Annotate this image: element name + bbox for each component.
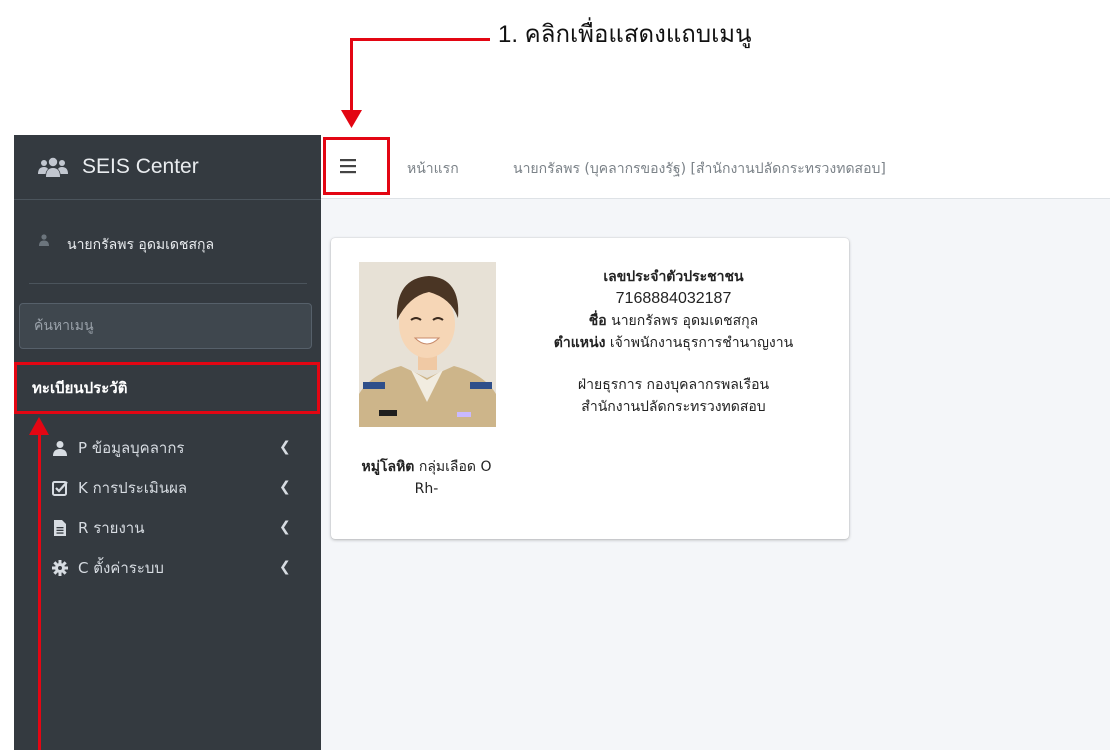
chevron-left-icon: ❮ (279, 519, 291, 535)
nav-link-user[interactable]: นายกรัลพร (บุคลากรของรัฐ) [สำนักงานปลัดก… (513, 158, 886, 180)
sidebar-item-label: R รายงาน (78, 519, 145, 537)
annotation-arrow-down-icon (341, 110, 362, 128)
chevron-left-icon: ❮ (279, 479, 291, 495)
gear-icon (52, 560, 68, 576)
department: ฝ่ายธุรการ กองบุคลากรพลเรือน (577, 377, 770, 393)
profile-info: เลขประจำตัวประชาชน 7168884032187 ชื่อ นา… (521, 266, 826, 418)
app-window: SEIS Center นายกรัลพร อุดมเดชสกุล ทะเบีย… (14, 135, 1110, 750)
profile-photo (359, 262, 496, 427)
position-label: ตำแหน่ง (553, 335, 606, 351)
annotation-label: 1. คลิกเพื่อแสดงแถบเมนู (498, 21, 752, 48)
highlight-box-history (14, 362, 320, 414)
brand-title: SEIS Center (82, 155, 199, 178)
chevron-left-icon: ❮ (279, 439, 291, 455)
chevron-left-icon: ❮ (279, 559, 291, 575)
sidebar: SEIS Center นายกรัลพร อุดมเดชสกุล ทะเบีย… (14, 135, 321, 750)
annotation-line-vertical (350, 38, 353, 113)
name-value: นายกรัลพร อุดมเดชสกุล (611, 313, 759, 329)
name-row: ชื่อ นายกรัลพร อุดมเดชสกุล (521, 310, 826, 332)
user-icon (39, 234, 49, 246)
sidebar-item-report[interactable]: R รายงาน ❮ (14, 508, 321, 548)
office: สำนักงานปลัดกระทรวงทดสอบ (581, 399, 766, 415)
highlight-box-menu-toggle (323, 137, 390, 195)
sidebar-item-evaluation[interactable]: K การประเมินผล ❮ (14, 468, 321, 508)
sidebar-item-label: P ข้อมูลบุคลากร (78, 439, 185, 457)
profile-card: หมู่โลหิต กลุ่มเลือด O Rh- เลขประจำตัวปร… (331, 238, 849, 539)
blood-type-value: กลุ่มเลือด O Rh- (414, 459, 492, 497)
sidebar-item-label: C ตั้งค่าระบบ (78, 559, 164, 577)
citizen-id-value: 7168884032187 (615, 290, 732, 307)
annotation-line-up (38, 433, 41, 750)
nav-link-home[interactable]: หน้าแรก (407, 158, 459, 180)
sidebar-item-label: K การประเมินผล (78, 479, 188, 497)
sidebar-item-personnel[interactable]: P ข้อมูลบุคลากร ❮ (14, 428, 321, 468)
users-icon (38, 157, 68, 177)
position-row: ตำแหน่ง เจ้าพนักงานธุรการชำนาญงาน (521, 332, 826, 354)
sidebar-item-settings[interactable]: C ตั้งค่าระบบ ❮ (14, 548, 321, 588)
sidebar-search (19, 303, 312, 349)
check-square-icon (52, 481, 68, 496)
user-icon (53, 441, 67, 456)
blood-type-label: หมู่โลหิต (361, 459, 415, 475)
user-name: นายกรัลพร อุดมเดชสกุล (67, 237, 215, 253)
search-input[interactable] (19, 303, 312, 349)
annotation-line-horizontal (350, 38, 490, 41)
position-value: เจ้าพนักงานธุรการชำนาญงาน (609, 335, 794, 351)
blood-type: หมู่โลหิต กลุ่มเลือด O Rh- (349, 456, 504, 500)
brand[interactable]: SEIS Center (14, 135, 321, 200)
citizen-id-label: เลขประจำตัวประชาชน (603, 269, 744, 285)
main-content: หมู่โลหิต กลุ่มเลือด O Rh- เลขประจำตัวปร… (321, 199, 1110, 750)
file-icon (54, 520, 66, 536)
user-panel[interactable]: นายกรัลพร อุดมเดชสกุล (29, 200, 307, 284)
name-label: ชื่อ (588, 313, 607, 329)
top-navbar: หน้าแรก นายกรัลพร (บุคลากรของรัฐ) [สำนัก… (321, 135, 1110, 199)
